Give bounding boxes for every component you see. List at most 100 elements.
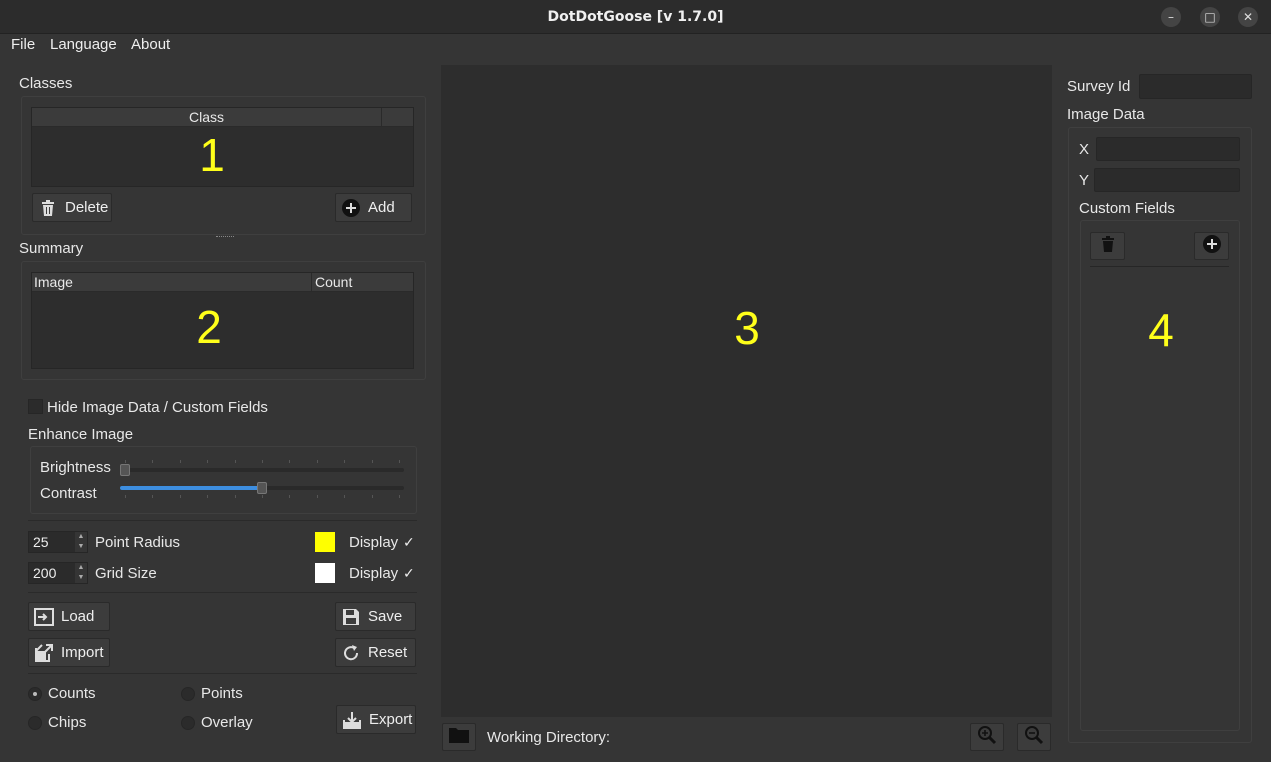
- hide-image-data-label: Hide Image Data / Custom Fields: [47, 399, 268, 416]
- image-column-header[interactable]: Image: [32, 273, 312, 292]
- slider-tick: [152, 460, 154, 463]
- slider-tick: [125, 495, 126, 498]
- add-label: Add: [368, 199, 395, 216]
- contrast-label: Contrast: [40, 485, 97, 502]
- reset-label: Reset: [368, 644, 408, 661]
- grid-size-spinbox[interactable]: 200 ▲ ▼: [28, 562, 88, 584]
- survey-id-label: Survey Id: [1067, 78, 1131, 95]
- minimize-button[interactable]: –: [1161, 7, 1181, 27]
- save-button[interactable]: Save: [335, 602, 416, 631]
- custom-fields-group: [1080, 220, 1240, 731]
- y-input[interactable]: [1094, 168, 1240, 192]
- contrast-fill: [120, 486, 259, 490]
- contrast-handle[interactable]: [257, 482, 267, 494]
- custom-fields-label: Custom Fields: [1079, 200, 1175, 217]
- summary-table-header: Image Count: [32, 273, 413, 292]
- slider-tick: [179, 495, 181, 498]
- close-button[interactable]: ✕: [1238, 7, 1258, 27]
- maximize-button[interactable]: □: [1200, 7, 1220, 27]
- title-bar: DotDotGoose [v 1.7.0] – □ ✕: [0, 0, 1271, 34]
- points-radio[interactable]: [181, 687, 195, 701]
- slider-tick: [125, 460, 126, 463]
- image-canvas[interactable]: 3: [441, 65, 1052, 717]
- export-label: Export: [369, 711, 413, 728]
- overlay-radio[interactable]: [181, 716, 195, 730]
- classes-table[interactable]: Class 1: [31, 107, 414, 187]
- grid-display-checkbox[interactable]: ✓: [403, 566, 415, 582]
- point-display-checkbox[interactable]: ✓: [403, 535, 415, 551]
- plus-circle-icon: [1202, 234, 1222, 258]
- slider-tick: [262, 495, 263, 498]
- save-label: Save: [368, 608, 403, 625]
- slider-tick: [289, 495, 291, 498]
- region-label-2: 2: [196, 301, 222, 353]
- menu-file[interactable]: File: [11, 36, 35, 53]
- load-icon: [33, 606, 55, 628]
- add-class-button[interactable]: Add: [335, 193, 412, 222]
- reset-icon: [340, 642, 362, 664]
- classes-title: Classes: [19, 75, 73, 92]
- menu-about[interactable]: About: [131, 36, 170, 53]
- divider: [28, 673, 417, 674]
- chips-radio[interactable]: [28, 716, 42, 730]
- save-icon: [340, 606, 362, 628]
- slider-tick: [262, 460, 263, 463]
- load-button[interactable]: Load: [28, 602, 110, 631]
- count-column-header[interactable]: Count: [312, 273, 414, 292]
- zoom-out-icon: [1024, 725, 1044, 749]
- point-color-swatch[interactable]: [315, 532, 335, 552]
- point-display-label: Display: [349, 534, 399, 551]
- divider: [28, 592, 417, 593]
- spin-arrows-icon[interactable]: ▲ ▼: [75, 532, 87, 552]
- delete-class-button[interactable]: Delete: [32, 193, 112, 222]
- reset-button[interactable]: Reset: [335, 638, 416, 667]
- grid-size-value: 200: [33, 565, 57, 581]
- divider: [1090, 266, 1229, 267]
- import-label: Import: [61, 644, 104, 661]
- slider-tick: [234, 460, 236, 463]
- plus-circle-icon: [340, 197, 362, 219]
- summary-table[interactable]: Image Count 2: [31, 272, 414, 369]
- extra-column-header: [382, 108, 414, 127]
- minimize-icon: –: [1168, 10, 1174, 24]
- slider-tick: [344, 495, 346, 498]
- brightness-handle[interactable]: [120, 464, 130, 476]
- counts-radio[interactable]: [28, 687, 42, 701]
- zoom-out-button[interactable]: [1017, 723, 1051, 751]
- add-custom-field-button[interactable]: [1194, 232, 1229, 260]
- delete-custom-field-button[interactable]: [1090, 232, 1125, 260]
- contrast-slider[interactable]: [120, 482, 404, 498]
- spin-arrows-icon[interactable]: ▲ ▼: [75, 563, 87, 583]
- brightness-track: [120, 468, 404, 472]
- export-button[interactable]: Export: [336, 705, 416, 734]
- load-label: Load: [61, 608, 95, 625]
- region-label-4: 4: [1148, 304, 1174, 356]
- slider-tick: [234, 495, 236, 498]
- trash-icon: [1101, 236, 1115, 256]
- export-icon: [341, 709, 363, 731]
- import-icon: [33, 642, 55, 664]
- slider-tick: [399, 495, 400, 498]
- y-label: Y: [1079, 172, 1090, 189]
- slider-tick: [399, 460, 400, 463]
- chips-label: Chips: [48, 714, 87, 731]
- point-radius-spinbox[interactable]: 25 ▲ ▼: [28, 531, 88, 553]
- survey-id-input[interactable]: [1139, 74, 1252, 99]
- grid-color-swatch[interactable]: [315, 563, 335, 583]
- menu-language[interactable]: Language: [50, 36, 117, 53]
- points-label: Points: [201, 685, 243, 702]
- import-button[interactable]: Import: [28, 638, 110, 667]
- x-input[interactable]: [1096, 137, 1240, 161]
- brightness-label: Brightness: [40, 459, 111, 476]
- splitter-handle[interactable]: [216, 236, 234, 238]
- close-icon: ✕: [1242, 10, 1254, 24]
- region-label-1: 1: [199, 129, 225, 181]
- overlay-label: Overlay: [201, 714, 253, 731]
- open-folder-button[interactable]: [442, 723, 476, 751]
- image-data-label: Image Data: [1067, 106, 1145, 123]
- hide-image-data-checkbox[interactable]: [28, 399, 43, 414]
- slider-tick: [344, 460, 346, 463]
- class-column-header[interactable]: Class: [32, 108, 382, 127]
- zoom-in-button[interactable]: [970, 723, 1004, 751]
- brightness-slider[interactable]: [120, 460, 404, 478]
